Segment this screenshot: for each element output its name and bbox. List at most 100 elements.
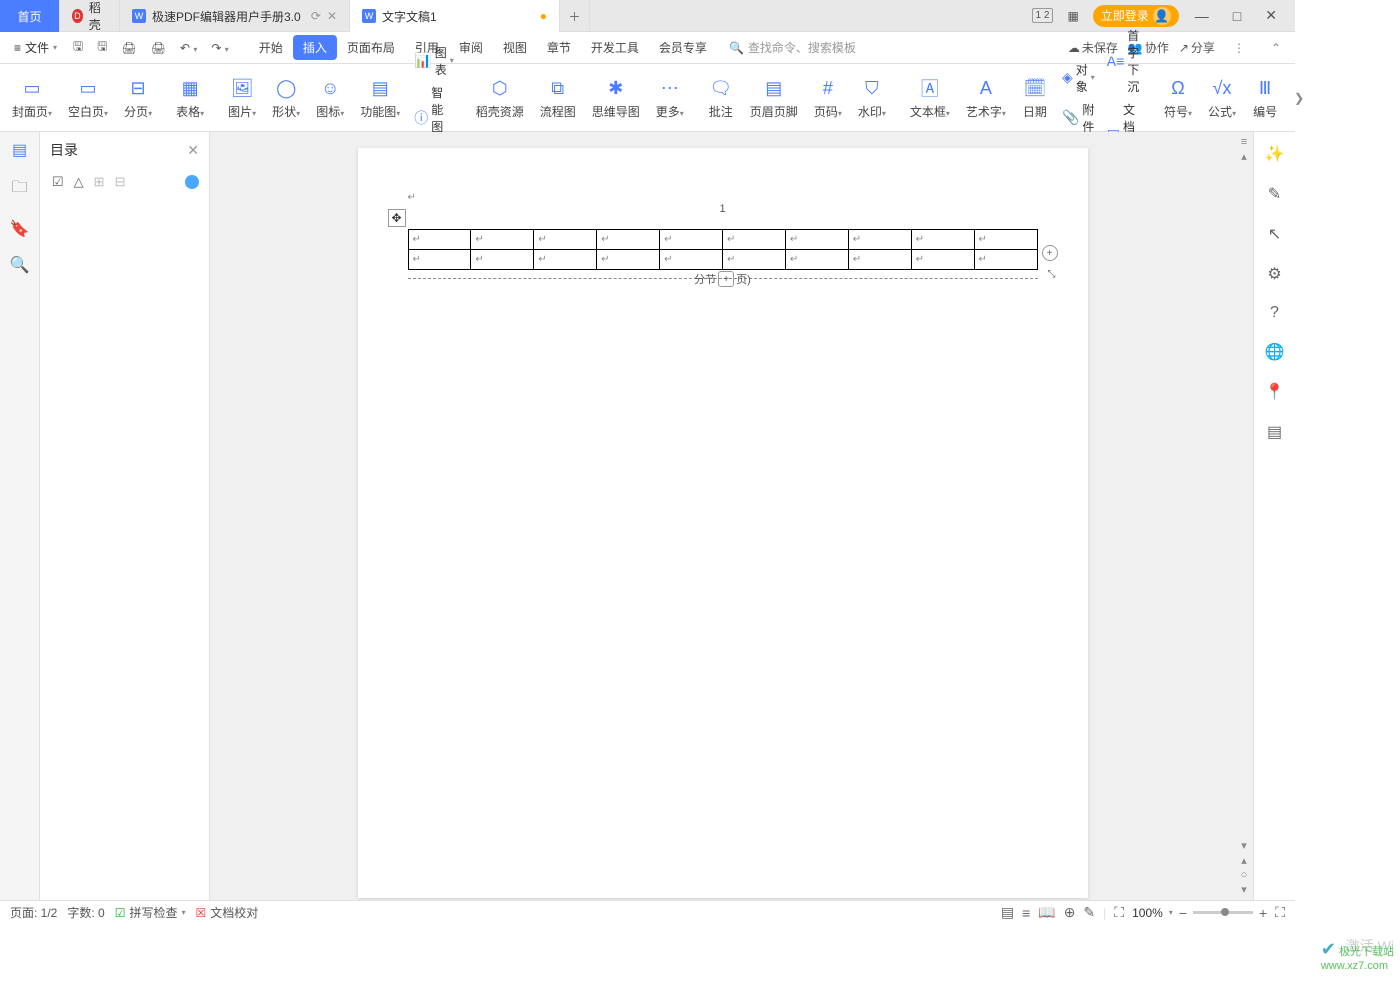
page-indicator[interactable]: 页面: 1/2 (10, 904, 57, 921)
table-move-handle-icon[interactable]: ✥ (388, 209, 406, 227)
page-up-icon[interactable]: ▴ (1241, 854, 1247, 867)
location-icon[interactable]: 📍 (1265, 382, 1285, 402)
add-tab-button[interactable]: ＋ (560, 0, 590, 32)
table-cell[interactable]: ↵ (597, 250, 660, 270)
table-cell[interactable]: ↵ (408, 230, 471, 250)
search-icon[interactable]: 🔍 (10, 255, 30, 275)
collapse-ribbon-icon[interactable]: ⌃ (1263, 37, 1289, 59)
ribbon-scroll-right-icon[interactable]: ❯ (1288, 91, 1310, 105)
menu-tab-1[interactable]: 插入 (293, 35, 337, 60)
attachment-button[interactable]: 📎附件 (1058, 99, 1099, 137)
view-focus-icon[interactable]: ✎ (1083, 904, 1095, 921)
table-cell[interactable]: ↵ (408, 250, 471, 270)
wordart-button[interactable]: A艺术字▾ (960, 68, 1012, 128)
header-footer-button[interactable]: ▤页眉页脚 (744, 68, 804, 128)
chart-button[interactable]: 📊图表▾ (410, 42, 457, 80)
fit-width-icon[interactable]: ⛶ (1114, 904, 1124, 921)
menu-tab-8[interactable]: 会员专享 (649, 35, 717, 60)
toc-add-icon[interactable]: ⊞ (92, 172, 107, 192)
tab-docer[interactable]: D 稻壳 (60, 0, 120, 32)
more-button[interactable]: ⋯更多▾ (650, 68, 690, 128)
help-icon[interactable]: ? (1270, 304, 1279, 322)
equation-button[interactable]: √x公式▾ (1202, 68, 1242, 128)
scrollbar[interactable]: ≡ ▴ ▾ ▴ ○ ▾ (1235, 132, 1253, 900)
icon-library-button[interactable]: ☺图标▾ (310, 68, 350, 128)
command-search[interactable]: 🔍 查找命令、搜索模板 (729, 39, 856, 56)
translate-icon[interactable]: 🌐 (1265, 342, 1285, 362)
redo-button[interactable]: ↷ ▾ (205, 37, 234, 59)
view-read-icon[interactable]: 📖 (1038, 904, 1055, 921)
watermark-button[interactable]: ⛉水印▾ (852, 68, 892, 128)
view-web-icon[interactable]: ⊕ (1064, 904, 1076, 921)
minimize-button[interactable]: — (1187, 6, 1217, 26)
table-resize-handle-icon[interactable]: ⤡ (1048, 269, 1056, 280)
picture-button[interactable]: 🖼图片▾ (222, 68, 262, 128)
table-button[interactable]: ▦表格▾ (170, 68, 210, 128)
table-cell[interactable]: ↵ (974, 250, 1037, 270)
menu-tab-7[interactable]: 开发工具 (581, 35, 649, 60)
tab-pdf-manual[interactable]: W 极速PDF编辑器用户手册3.0 ⟳ ✕ (120, 0, 350, 32)
table-cell[interactable]: ↵ (660, 250, 723, 270)
comment-button[interactable]: 🗨批注 (702, 68, 740, 128)
close-button[interactable]: ✕ (1257, 5, 1285, 26)
compare-icon[interactable]: 1 2 (1032, 8, 1054, 23)
close-icon[interactable]: ✕ (187, 142, 199, 159)
shape-button[interactable]: ◯形状▾ (266, 68, 306, 128)
undo-button[interactable]: ↶ ▾ (174, 37, 203, 59)
textbox-button[interactable]: 🄰文本框▾ (904, 68, 956, 128)
zoom-in-button[interactable]: + (1259, 905, 1267, 921)
table-cell[interactable]: ↵ (848, 250, 911, 270)
properties-icon[interactable]: ✨ (1265, 144, 1285, 164)
menu-tab-5[interactable]: 视图 (493, 35, 537, 60)
select-icon[interactable]: ↖ (1268, 224, 1281, 244)
view-outline-icon[interactable]: ≡ (1022, 905, 1030, 921)
menu-tab-6[interactable]: 章节 (537, 35, 581, 60)
menu-tab-2[interactable]: 页面布局 (337, 35, 405, 60)
table-cell[interactable]: ↵ (597, 230, 660, 250)
table-cell[interactable]: ↵ (848, 230, 911, 250)
table-add-column-icon[interactable]: + (1042, 245, 1058, 261)
proofread-toggle[interactable]: ☒文档校对 (196, 904, 259, 921)
toc-level-down-icon[interactable]: ☑ (50, 172, 66, 192)
library-icon[interactable]: ▤ (1267, 422, 1282, 442)
date-button[interactable]: 🗓日期 (1016, 68, 1054, 128)
page-down-icon[interactable]: ▾ (1241, 883, 1247, 896)
zoom-out-button[interactable]: − (1179, 905, 1187, 921)
table-cell[interactable]: ↵ (974, 230, 1037, 250)
smart-toc-icon[interactable] (185, 175, 199, 189)
table-cell[interactable]: ↵ (660, 230, 723, 250)
table-cell[interactable]: ↵ (471, 250, 534, 270)
mindmap-button[interactable]: ✱思维导图 (586, 68, 646, 128)
grid-apps-icon[interactable]: ▦ (1061, 7, 1084, 25)
document-canvas[interactable]: ↵ 1 ✥ + ⤡ ↵↵↵↵↵↵↵↵↵↵↵↵↵↵↵↵↵↵↵↵ 分节 + 页) (210, 132, 1235, 900)
print-icon[interactable]: 🖨 (116, 37, 143, 59)
table-cell[interactable]: ↵ (722, 230, 785, 250)
tab-close-icon[interactable]: ✕ (327, 9, 337, 23)
save-cloud-icon[interactable]: 🖫 (91, 33, 113, 62)
outline-icon[interactable]: ▤ (12, 140, 27, 160)
fullscreen-icon[interactable]: ⛶ (1275, 904, 1285, 921)
tab-refresh-icon[interactable]: ⟳ (311, 9, 321, 23)
table-cell[interactable]: ↵ (785, 250, 848, 270)
page-number-button[interactable]: #页码▾ (808, 68, 848, 128)
toc-level-up-icon[interactable]: △ (72, 172, 86, 192)
save-icon[interactable]: 🖫 (67, 33, 89, 62)
style-icon[interactable]: ✎ (1268, 184, 1281, 204)
menu-tab-0[interactable]: 开始 (249, 35, 293, 60)
login-button[interactable]: 立即登录 👤 (1093, 5, 1179, 27)
toc-remove-icon[interactable]: ⊟ (113, 172, 128, 192)
numbering-button[interactable]: Ⅲ编号 (1246, 68, 1284, 128)
scroll-up-icon[interactable]: ▴ (1241, 150, 1247, 163)
file-menu-button[interactable]: ≡ 文件 ▾ (6, 35, 65, 60)
flowchart-button[interactable]: ⧉流程图 (534, 68, 582, 128)
table-cell[interactable]: ↵ (722, 250, 785, 270)
table-cell[interactable]: ↵ (534, 230, 597, 250)
zoom-level[interactable]: 100% (1132, 906, 1163, 920)
blank-page-button[interactable]: ▭空白页▾ (62, 68, 114, 128)
bookmark-icon[interactable]: 🔖 (10, 219, 30, 239)
section-break-add-icon[interactable]: + (718, 271, 734, 287)
print-preview-icon[interactable]: 🖨 (145, 37, 172, 59)
table-cell[interactable]: ↵ (534, 250, 597, 270)
document-table[interactable]: ↵↵↵↵↵↵↵↵↵↵↵↵↵↵↵↵↵↵↵↵ (408, 229, 1038, 270)
more-options-icon[interactable]: ⋮ (1225, 37, 1253, 59)
